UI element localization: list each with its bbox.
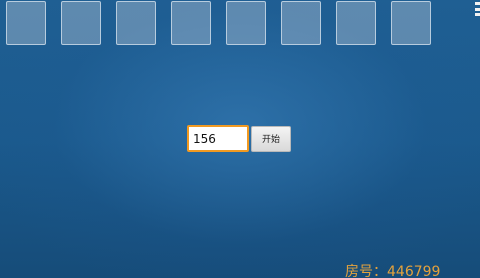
start-button[interactable]: 开始 [251,125,291,152]
menu-icon-bar [475,13,480,16]
card-slot[interactable] [6,1,46,45]
game-table: 开始 房号：446799 [0,0,480,278]
menu-icon-bar [475,7,480,11]
card-slot[interactable] [226,1,266,45]
menu-icon[interactable] [475,2,480,16]
start-controls: 开始 [187,125,291,152]
menu-icon-bar [475,2,480,5]
card-slot-row [6,1,431,45]
card-slot[interactable] [171,1,211,45]
card-slot[interactable] [116,1,156,45]
room-number-label: 房号：446799 [345,264,441,278]
card-slot[interactable] [281,1,321,45]
card-slot[interactable] [61,1,101,45]
card-slot[interactable] [391,1,431,45]
number-input[interactable] [187,125,249,152]
card-slot[interactable] [336,1,376,45]
